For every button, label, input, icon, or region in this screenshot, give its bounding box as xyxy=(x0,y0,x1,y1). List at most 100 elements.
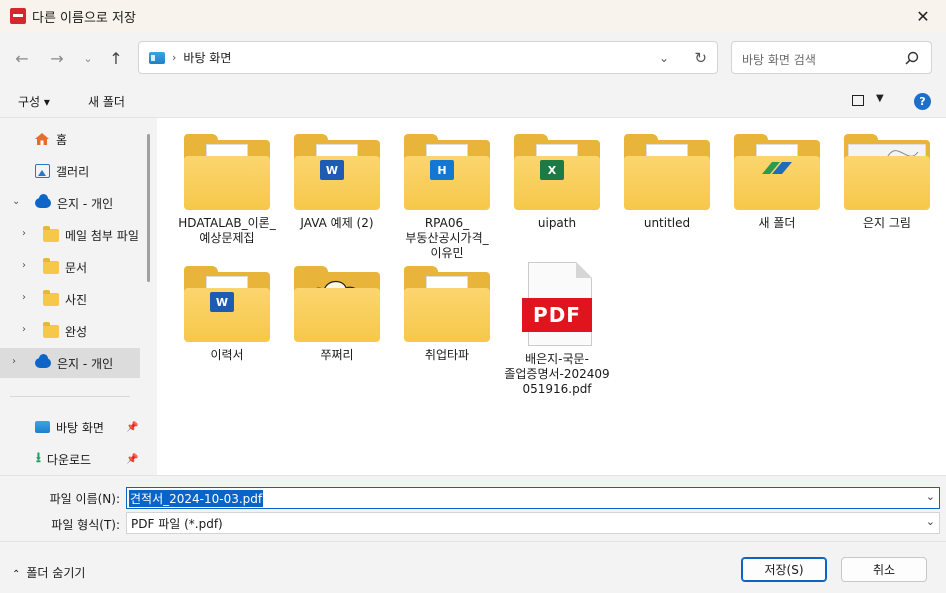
folder-name: 은지 그림 xyxy=(863,216,911,230)
pin-icon: 📌 xyxy=(126,453,139,465)
chevron-down-icon[interactable]: ⌄ xyxy=(926,515,935,528)
search-input[interactable]: 바탕 화면 검색 xyxy=(731,41,932,74)
forward-arrow-icon[interactable]: → xyxy=(45,47,69,69)
breadcrumb-desktop[interactable]: 바탕 화면 xyxy=(183,49,231,66)
home-icon xyxy=(34,132,50,146)
chevron-right-icon[interactable]: › xyxy=(22,260,26,271)
save-button[interactable]: 저장(S) xyxy=(741,557,827,582)
filetype-select[interactable]: PDF 파일 (*.pdf) ⌄ xyxy=(126,512,940,534)
folder-icon: X xyxy=(514,134,600,210)
dialog-footer: ⌃ 폴더 숨기기 저장(S) 취소 xyxy=(0,541,946,593)
folder-item[interactable]: untitled xyxy=(614,134,720,231)
recent-locations-chevron-icon[interactable]: ⌄ xyxy=(76,47,100,69)
address-bar[interactable]: › 바탕 화면 ⌄ ↻ xyxy=(138,41,718,74)
excel-badge-icon: X xyxy=(540,160,564,180)
sidebar-item-mail-attachments[interactable]: › 메일 첨부 파일 xyxy=(0,220,140,250)
view-mode-icon[interactable] xyxy=(852,95,864,106)
sidebar-item-downloads[interactable]: ⭳ 다운로드 📌 xyxy=(0,444,140,474)
view-dropdown-icon[interactable]: ▼ xyxy=(876,93,884,104)
new-folder-button[interactable]: 새 폴더 xyxy=(88,93,125,110)
sidebar-item-label: 사진 xyxy=(65,292,88,307)
sidebar-item-label: 갤러리 xyxy=(56,164,90,179)
hwp-badge-icon: H xyxy=(430,160,454,180)
folder-icon xyxy=(294,266,380,342)
folder-icon xyxy=(43,289,59,306)
sidebar-item-completed[interactable]: › 완성 xyxy=(0,316,140,346)
cancel-button[interactable]: 취소 xyxy=(841,557,927,582)
back-arrow-icon[interactable]: ← xyxy=(10,47,34,69)
sidebar-item-home[interactable]: 홈 xyxy=(0,124,140,154)
folder-item[interactable]: X uipath xyxy=(504,134,610,231)
sidebar-item-onedrive[interactable]: ⌄ 은지 - 개인 xyxy=(0,188,140,218)
search-icon xyxy=(905,51,919,65)
onedrive-cloud-icon xyxy=(35,194,51,208)
folder-icon: W xyxy=(294,134,380,210)
folder-name: untitled xyxy=(643,216,691,230)
organize-menu-button[interactable]: 구성 ▾ xyxy=(18,93,50,110)
title-bar: 다른 이름으로 저장 ✕ xyxy=(0,0,946,32)
folder-icon: H xyxy=(404,134,490,210)
folder-icon xyxy=(734,134,820,210)
breadcrumb-separator-icon[interactable]: › xyxy=(172,51,176,64)
command-bar: 구성 ▾ 새 폴더 ▼ ? xyxy=(0,84,946,118)
filetype-value: PDF 파일 (*.pdf) xyxy=(131,516,223,531)
word-badge-icon: W xyxy=(210,292,234,312)
chevron-right-icon[interactable]: › xyxy=(12,356,16,367)
address-dropdown-icon[interactable]: ⌄ xyxy=(659,51,669,65)
folder-item[interactable]: W JAVA 예제 (2) xyxy=(284,134,390,231)
filename-field[interactable]: 견적서_2024-10-03.pdf ⌄ xyxy=(126,487,940,509)
folder-name: 새 폴더 xyxy=(758,216,796,230)
sidebar-item-photos[interactable]: › 사진 xyxy=(0,284,140,314)
hide-folders-toggle[interactable]: ⌃ 폴더 숨기기 xyxy=(12,564,85,581)
folder-name: 취업타파 xyxy=(424,348,470,362)
sidebar-item-documents[interactable]: › 문서 xyxy=(0,252,140,282)
sidebar-item-desktop[interactable]: 바탕 화면 📌 xyxy=(0,412,140,442)
folder-item[interactable]: 새 폴더 xyxy=(724,134,830,231)
folder-item[interactable]: 쭈쩌리 xyxy=(284,266,390,363)
chevron-down-icon[interactable]: ⌄ xyxy=(12,196,20,207)
folder-item[interactable]: HDATALAB_이론_예상문제집 xyxy=(174,134,280,246)
chevron-up-icon: ⌃ xyxy=(12,569,21,580)
sidebar-item-gallery[interactable]: 갤러리 xyxy=(0,156,140,186)
filename-value[interactable]: 견적서_2024-10-03.pdf xyxy=(129,489,264,507)
chevron-right-icon[interactable]: › xyxy=(22,324,26,335)
filename-label: 파일 이름(N): xyxy=(49,492,120,506)
refresh-icon[interactable]: ↻ xyxy=(694,49,707,67)
app-icon xyxy=(10,8,26,24)
hide-folders-label: 폴더 숨기기 xyxy=(26,566,86,580)
logo-thumbnail-icon xyxy=(762,162,792,174)
chevron-right-icon[interactable]: › xyxy=(22,228,26,239)
pdf-file-icon: PDF xyxy=(522,262,592,346)
folder-icon: W xyxy=(184,266,270,342)
onedrive-cloud-icon xyxy=(35,354,51,368)
desktop-icon xyxy=(149,51,165,64)
sidebar-item-onedrive-selected[interactable]: › 은지 - 개인 xyxy=(0,348,140,378)
download-arrow-icon: ⭳ xyxy=(36,450,41,466)
save-form: 파일 이름(N): 견적서_2024-10-03.pdf ⌄ 파일 형식(T):… xyxy=(0,475,946,541)
chevron-down-icon[interactable]: ⌄ xyxy=(926,490,935,503)
folder-name: uipath xyxy=(537,216,577,230)
folder-item[interactable]: W 이력서 xyxy=(174,266,280,363)
chevron-right-icon[interactable]: › xyxy=(22,292,26,303)
folder-icon xyxy=(624,134,710,210)
help-icon[interactable]: ? xyxy=(914,93,931,110)
sidebar-item-label: 완성 xyxy=(65,324,88,339)
search-placeholder: 바탕 화면 검색 xyxy=(742,53,816,67)
folder-item[interactable]: 은지 그림 xyxy=(834,134,940,231)
word-badge-icon: W xyxy=(320,160,344,180)
sidebar-item-label: 문서 xyxy=(65,260,88,275)
folder-item[interactable]: 취업타파 xyxy=(394,266,500,363)
file-list-view[interactable]: HDATALAB_이론_예상문제집 W JAVA 예제 (2) H RPA06_… xyxy=(157,118,946,475)
pdf-file-item[interactable]: PDF 배은지-국문-졸업증명서-202409051916.pdf xyxy=(504,262,610,397)
up-arrow-icon[interactable]: ↑ xyxy=(104,47,128,69)
sidebar-item-label: 다운로드 xyxy=(46,452,92,467)
sidebar-item-label: 메일 첨부 파일 xyxy=(65,228,139,243)
folder-name: 쭈쩌리 xyxy=(320,348,354,362)
folder-item[interactable]: H RPA06_부동산공시가격_이유민 xyxy=(394,134,500,261)
close-button[interactable]: ✕ xyxy=(906,4,940,28)
folder-name: HDATALAB_이론_예상문제집 xyxy=(178,216,276,245)
folder-name: RPA06_부동산공시가격_이유민 xyxy=(405,216,489,260)
desktop-icon xyxy=(35,421,50,433)
file-name: 배은지-국문-졸업증명서-202409051916.pdf xyxy=(504,352,610,396)
sidebar-scrollbar[interactable] xyxy=(147,134,150,282)
